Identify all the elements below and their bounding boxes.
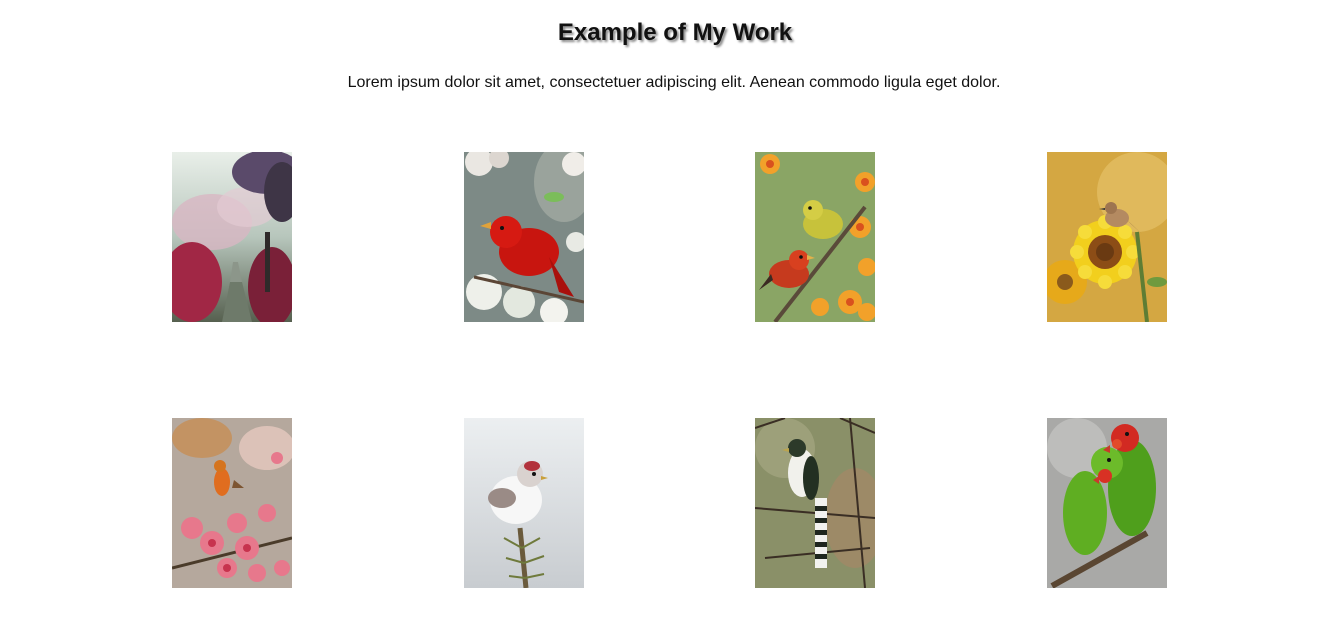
gallery-photo-blossom-path[interactable] — [172, 152, 292, 322]
page-title: Example of My Work — [557, 19, 793, 46]
gallery-photo-lovebirds[interactable] — [1047, 418, 1168, 588]
gallery-photo-two-birds-flowers[interactable] — [755, 152, 876, 322]
gallery-photo-cuckoo[interactable] — [755, 418, 876, 588]
gallery-photo-white-bird[interactable] — [463, 418, 584, 588]
gallery-grid — [172, 152, 1168, 588]
gallery-photo-robin-blossoms[interactable] — [172, 418, 292, 588]
gallery-photo-red-cardinal[interactable] — [463, 152, 584, 322]
page: Example of My Work Lorem ipsum dolor sit… — [0, 0, 1340, 642]
page-description: Lorem ipsum dolor sit amet, consectetuer… — [347, 74, 1001, 91]
gallery-photo-sunflower-bird[interactable] — [1047, 152, 1168, 322]
